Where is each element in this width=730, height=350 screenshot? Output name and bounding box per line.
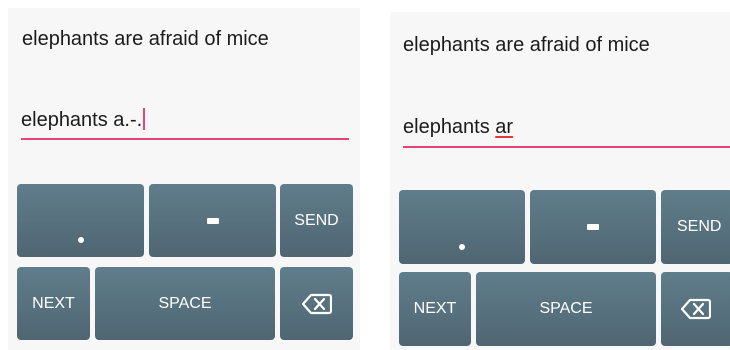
next-button[interactable]: NEXT	[17, 267, 90, 340]
target-phrase: elephants are afraid of mice	[403, 34, 650, 56]
typed-text-prefix: elephants	[403, 116, 496, 138]
period-key[interactable]	[399, 190, 525, 264]
send-button[interactable]: SEND	[280, 184, 353, 257]
dash-key[interactable]	[149, 184, 276, 257]
keyboard-screen-right: elephants are afraid of mice elephants a…	[390, 12, 730, 350]
dash-icon	[206, 217, 219, 224]
next-button[interactable]: NEXT	[399, 272, 471, 346]
backspace-icon	[681, 298, 711, 320]
typed-word-misspelled: ar	[495, 116, 514, 138]
space-key[interactable]: SPACE	[476, 272, 656, 346]
period-key[interactable]	[17, 184, 144, 257]
backspace-icon	[301, 293, 332, 315]
backspace-key[interactable]	[280, 267, 353, 340]
text-cursor	[143, 108, 146, 130]
keyboard-screen-left: elephants are afraid of mice elephants a…	[8, 8, 360, 350]
target-phrase: elephants are afraid of mice	[22, 28, 269, 50]
typed-text: elephants a.-.	[21, 109, 143, 131]
text-input-field[interactable]: elephants a.-.	[21, 108, 349, 140]
text-input-field[interactable]: elephants ar	[403, 116, 730, 148]
backspace-key[interactable]	[661, 272, 730, 346]
send-button[interactable]: SEND	[661, 190, 730, 264]
dash-icon	[587, 224, 599, 230]
period-dot-icon	[459, 244, 465, 250]
period-dot-icon	[77, 237, 84, 243]
dash-key[interactable]	[530, 190, 656, 264]
space-key[interactable]: SPACE	[95, 267, 275, 340]
